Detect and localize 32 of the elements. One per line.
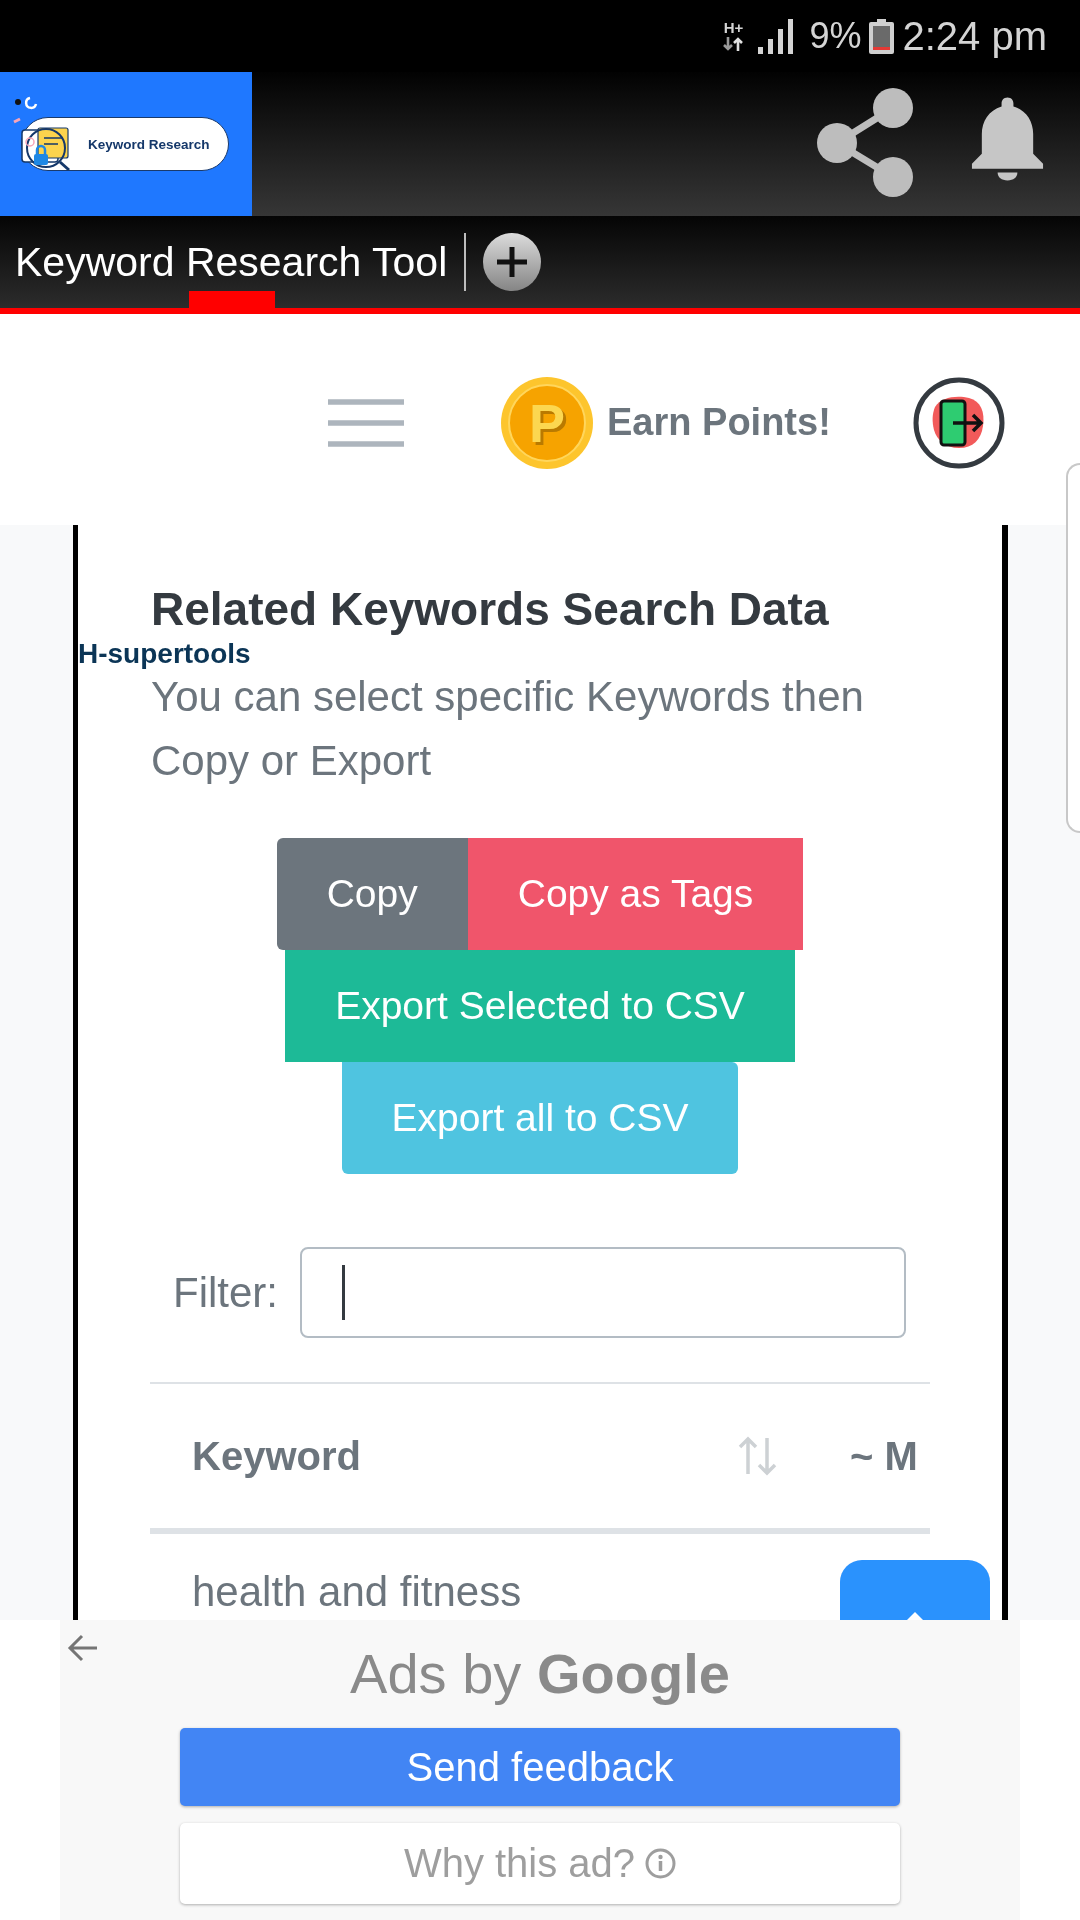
column-header[interactable]: Keyword [192,1433,361,1479]
table-cell-text: health and fitness [191,1568,523,1616]
network-type: H+ [723,20,744,36]
section-description: You can select specific Keywords then Copy or Export [151,672,865,786]
signal-icon [758,18,794,54]
action-button[interactable]: Copy [276,838,468,950]
earn-points-link[interactable]: P Earn Points! [501,376,831,469]
ad-info-button[interactable]: Why this ad? [180,1823,900,1904]
filter-label: Filter: [173,1268,278,1317]
section-heading: Related Keywords Search Data [151,584,830,634]
back-arrow-icon[interactable] [67,1634,98,1662]
logo-banner[interactable]: Keyword Research [0,72,252,216]
clock-time: 2:24 pm [902,13,1047,60]
battery-percent: 9% [809,14,862,58]
info-icon [645,1848,677,1879]
scroll-to-top-button[interactable] [840,1560,990,1620]
data-arrows-icon [722,36,745,52]
add-icon[interactable] [482,232,543,292]
logo-text: Keyword Research [88,136,210,152]
door-exit-icon[interactable] [913,376,1005,469]
action-button[interactable]: Export Selected to CSV [285,950,795,1062]
share-icon[interactable] [817,88,913,197]
feedback-button[interactable]: Send feedback [180,1728,900,1806]
battery-icon [869,18,895,54]
column-header[interactable]: ~ M [850,1433,918,1479]
action-button[interactable]: Copy as Tags [467,838,804,950]
ads-label: Ads by [350,1642,522,1705]
coin-icon: P [501,376,593,469]
google-wordmark: Google [537,1642,730,1705]
brand-logo-text: H-supertools [78,638,251,669]
side-drawer-handle[interactable] [1066,463,1080,833]
filter-input[interactable] [300,1247,906,1338]
